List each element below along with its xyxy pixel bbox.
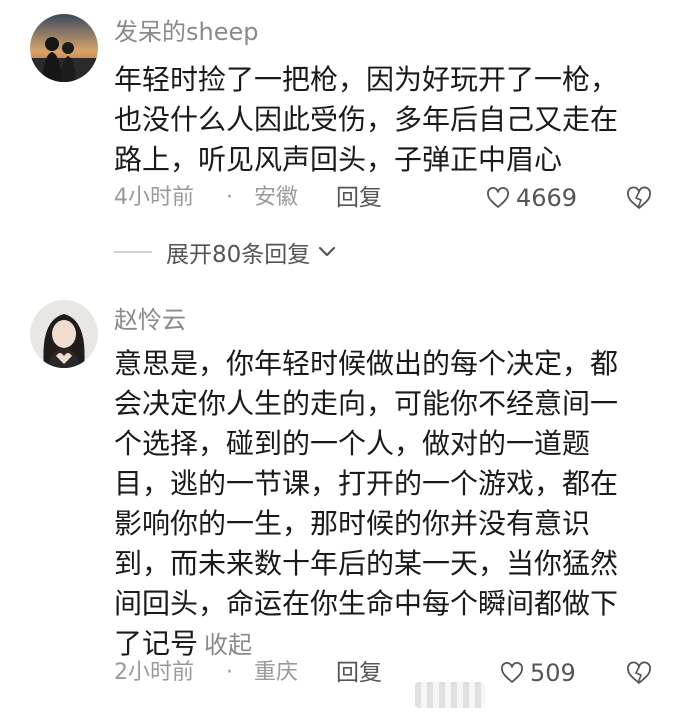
like-count: 509	[530, 659, 576, 687]
like-count: 4669	[516, 184, 578, 212]
divider	[114, 251, 152, 253]
comment-line: 也没什么人因此受伤，多年后自己又走在	[114, 103, 619, 136]
reply-button[interactable]: 回复	[336, 656, 382, 690]
like-button[interactable]: 4669	[486, 181, 577, 215]
avatar[interactable]	[30, 14, 98, 82]
chevron-down-icon	[319, 246, 336, 257]
heart-icon	[501, 662, 523, 683]
broken-heart-icon	[627, 186, 651, 209]
comment-line: 目，逃的一节课，打开的一个游戏，都在	[114, 467, 619, 500]
comment-line: 到，而未来数十年后的某一天，当你猛然	[114, 547, 619, 580]
broken-heart-icon	[627, 661, 651, 684]
dislike-button[interactable]	[626, 184, 652, 223]
comment-line: 影响你的一生，那时候的你并没有意识	[114, 507, 591, 540]
meta-separator: ·	[226, 185, 233, 210]
comment-text: 意思是，你年轻时候做出的每个决定，都 会决定你人生的走向，可能你不经意间一 个选…	[114, 344, 654, 665]
like-button[interactable]: 509	[500, 656, 576, 690]
avatar-image	[30, 14, 98, 82]
heart-icon	[487, 187, 509, 208]
dislike-button[interactable]	[626, 659, 652, 698]
username[interactable]: 赵怜云	[114, 304, 186, 336]
comment-text: 年轻时捡了一把枪，因为好玩开了一枪， 也没什么人因此受伤，多年后自己又走在 路上…	[114, 60, 654, 180]
collapse-button[interactable]: 收起	[204, 631, 252, 659]
avatar-image	[30, 300, 98, 368]
expand-replies-label: 展开80条回复	[166, 242, 311, 268]
meta-separator: ·	[226, 660, 233, 685]
comment-line: 年轻时捡了一把枪，因为好玩开了一枪，	[114, 63, 619, 96]
expand-replies-button[interactable]: 展开80条回复	[114, 235, 336, 269]
watermark	[415, 682, 485, 708]
timestamp: 4小时前	[114, 185, 194, 210]
comment-line: 意思是，你年轻时候做出的每个决定，都	[114, 347, 619, 380]
reply-button[interactable]: 回复	[336, 181, 382, 215]
location: 安徽	[254, 185, 299, 210]
username[interactable]: 发呆的sheep	[114, 16, 258, 48]
comment-meta: 2小时前 · 重庆 回复 509	[114, 656, 659, 690]
comment-meta: 4小时前 · 安徽 回复 4669	[114, 181, 659, 215]
comment-line: 个选择，碰到的一个人，做对的一道题	[114, 427, 591, 460]
comment-line: 间回头，命运在你生命中每个瞬间都做下	[114, 587, 619, 620]
avatar[interactable]	[30, 300, 98, 368]
comment-line: 会决定你人生的走向，可能你不经意间一	[114, 387, 619, 420]
location: 重庆	[254, 660, 299, 685]
comment-line: 路上，听见风声回头，子弹正中眉心	[114, 143, 563, 176]
timestamp: 2小时前	[114, 660, 194, 685]
